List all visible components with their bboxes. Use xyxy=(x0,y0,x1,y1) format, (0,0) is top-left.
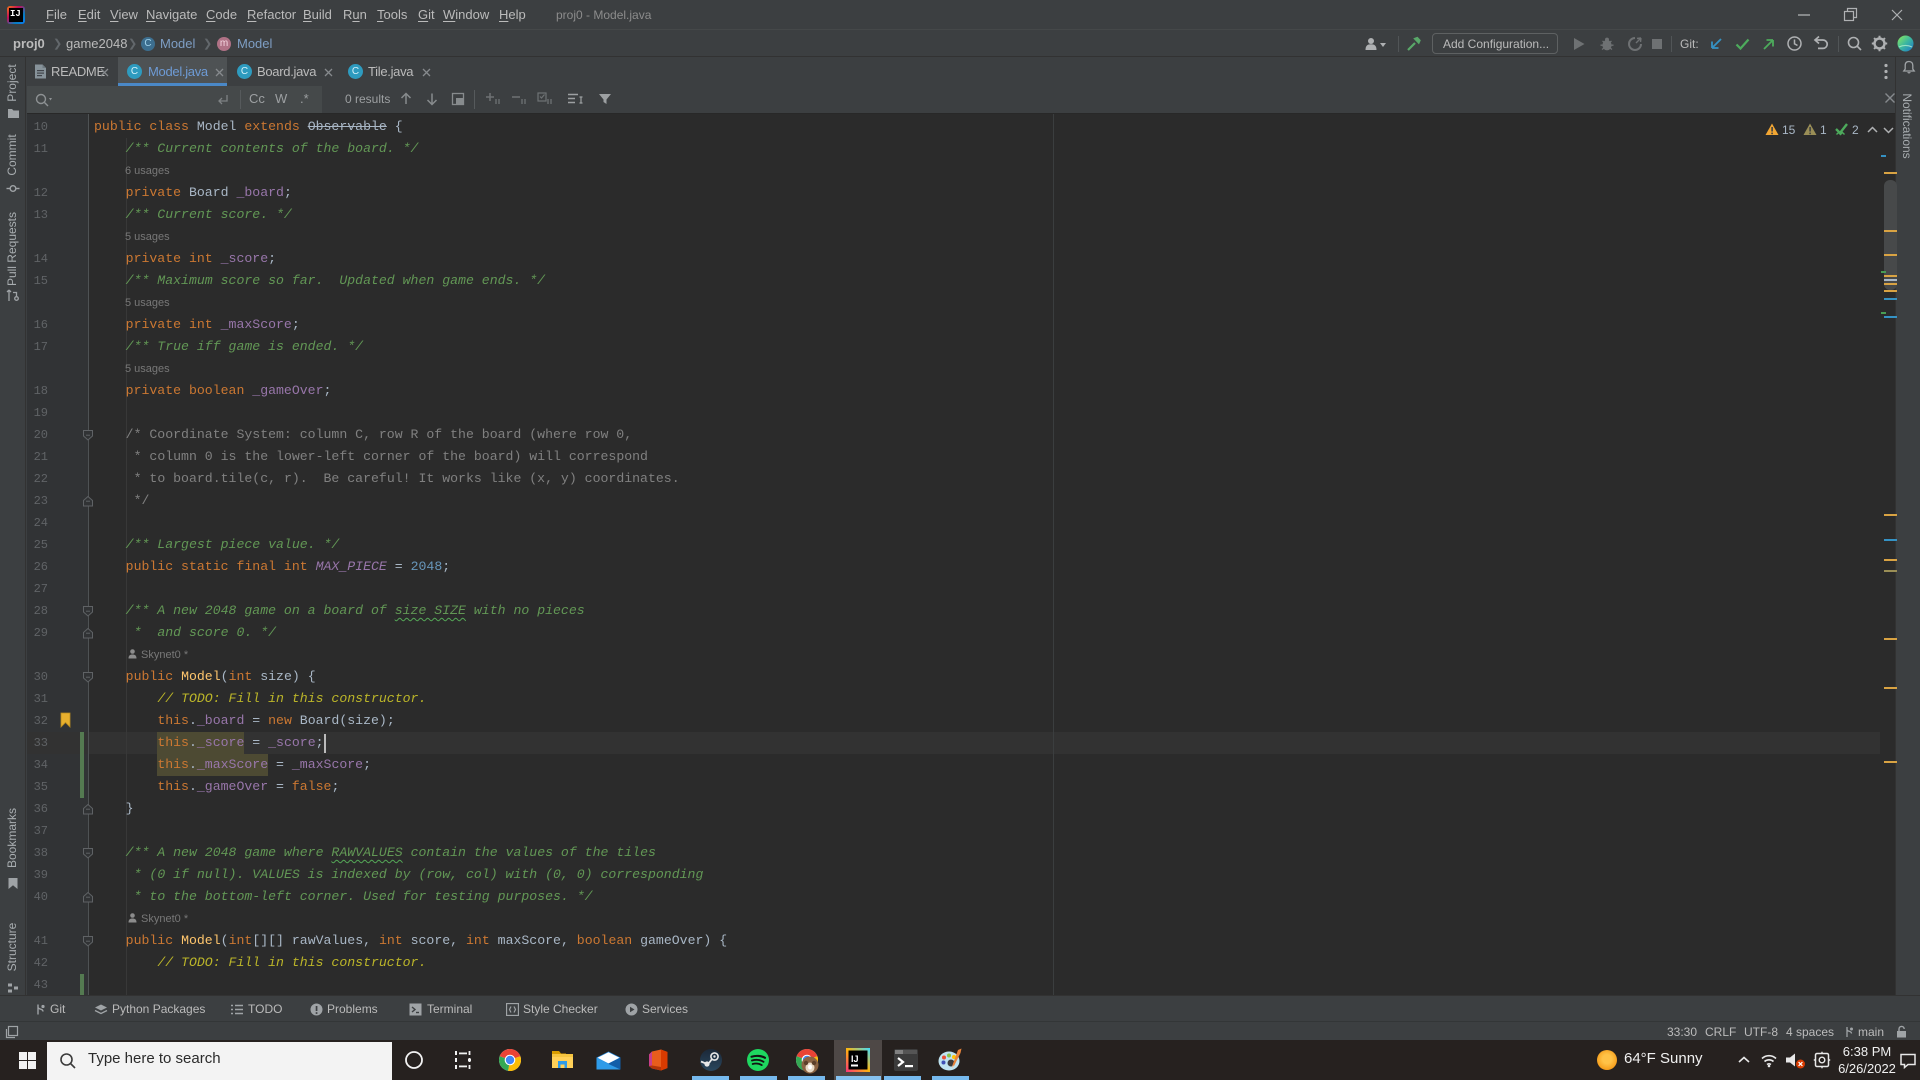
svg-text:IJ: IJ xyxy=(851,1054,859,1064)
